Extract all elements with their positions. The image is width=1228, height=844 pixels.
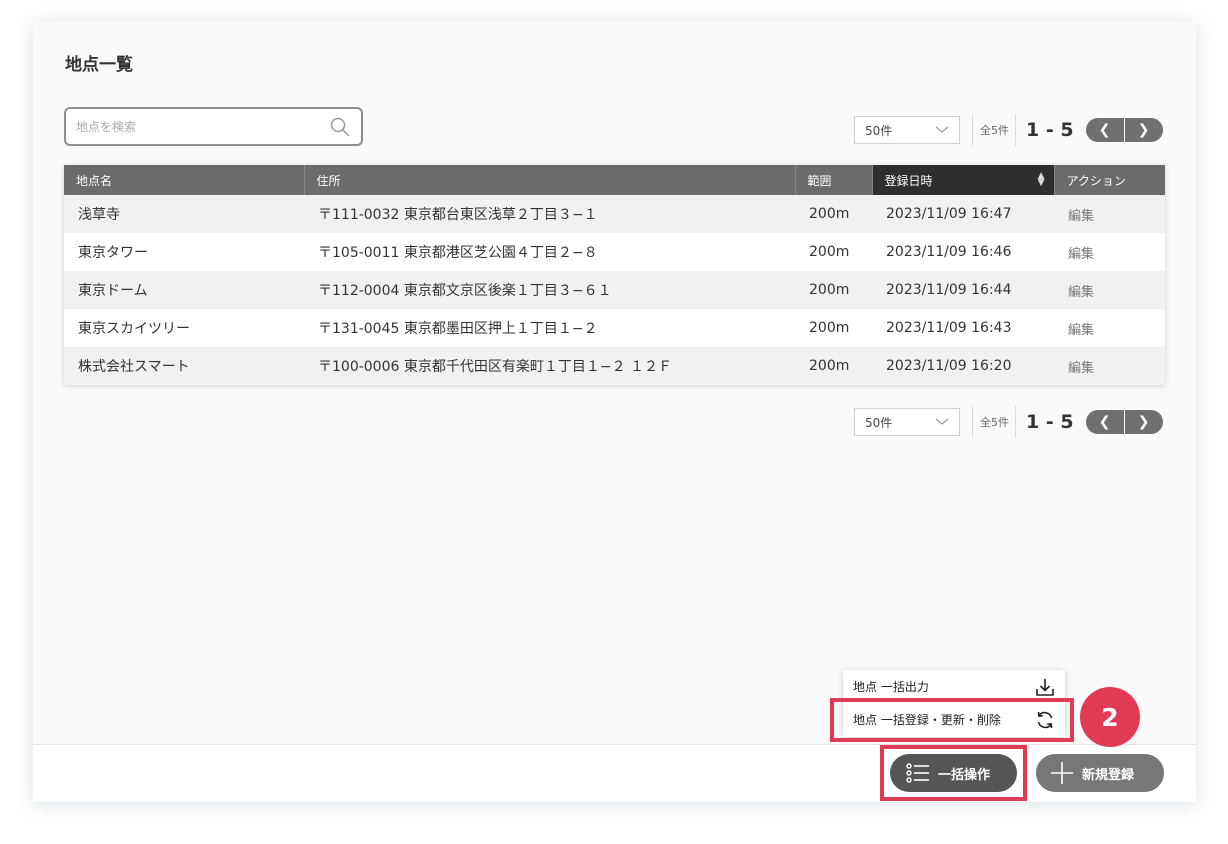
total-count: 全5件: [980, 416, 1009, 429]
location-table: 地点名 住所 範囲 登録日時 ▲ ▼ アクション 浅草寺 〒111-0032 東京…: [64, 165, 1165, 385]
page-range: 1 - 5: [1026, 411, 1074, 433]
sort-icon[interactable]: ▲ ▼: [1038, 172, 1045, 188]
cell-address: 〒131-0045 東京都墨田区押上１丁目１−２: [304, 309, 795, 347]
table-row[interactable]: 東京スカイツリー 〒131-0045 東京都墨田区押上１丁目１−２ 200m 2…: [64, 309, 1165, 347]
table-header-row: 地点名 住所 範囲 登録日時 ▲ ▼ アクション: [64, 165, 1165, 195]
table-row[interactable]: 浅草寺 〒111-0032 東京都台東区浅草２丁目３−１ 200m 2023/1…: [64, 195, 1165, 233]
prev-page-button[interactable]: ❮: [1085, 118, 1124, 142]
cell-date: 2023/11/09 16:46: [872, 233, 1054, 271]
list-icon: [906, 763, 929, 783]
cell-date: 2023/11/09 16:43: [872, 309, 1054, 347]
bulk-action-button[interactable]: 一括操作: [890, 754, 1017, 792]
header-registered-date-label: 登録日時: [884, 173, 933, 188]
step-badge: 2: [1080, 687, 1140, 747]
main-panel: 地点一覧 50件 全5件 1 - 5 ❮ ❯ 地点名: [33, 22, 1196, 802]
menu-item-label: 地点 一括出力: [853, 680, 929, 694]
pager-top: 50件 全5件 1 - 5 ❮ ❯: [854, 114, 1163, 146]
next-page-button[interactable]: ❯: [1124, 118, 1163, 142]
new-register-label: 新規登録: [1082, 767, 1135, 783]
cell-name: 東京スカイツリー: [64, 309, 304, 347]
cell-name: 東京ドーム: [64, 271, 304, 309]
cell-range: 200m: [795, 195, 872, 233]
plus-icon: [1051, 762, 1073, 784]
download-icon: [1036, 678, 1054, 696]
page-range: 1 - 5: [1026, 119, 1074, 141]
per-page-value: 50件: [865, 415, 893, 430]
header-address[interactable]: 住所: [304, 165, 796, 195]
cell-address: 〒112-0004 東京都文京区後楽１丁目３−６１: [304, 271, 795, 309]
page-nav: ❮ ❯: [1085, 118, 1163, 142]
new-register-button[interactable]: 新規登録: [1036, 754, 1164, 792]
prev-page-button[interactable]: ❮: [1085, 410, 1124, 434]
header-action: アクション: [1054, 165, 1165, 195]
cell-address: 〒105-0011 東京都港区芝公園４丁目２−８: [304, 233, 795, 271]
page-nav: ❮ ❯: [1085, 410, 1163, 434]
header-range[interactable]: 範囲: [795, 165, 873, 195]
divider: [1015, 114, 1016, 146]
chevron-down-icon: [935, 126, 949, 133]
divider: [1015, 406, 1016, 438]
cell-date: 2023/11/09 16:47: [872, 195, 1054, 233]
cell-range: 200m: [795, 233, 872, 271]
next-page-button[interactable]: ❯: [1124, 410, 1163, 434]
search-box[interactable]: [64, 107, 363, 146]
search-input[interactable]: [76, 119, 329, 134]
divider: [972, 114, 973, 146]
per-page-select[interactable]: 50件: [854, 116, 960, 144]
table-row[interactable]: 株式会社スマート 〒100-0006 東京都千代田区有楽町１丁目１−２ １２Ｆ …: [64, 347, 1165, 385]
cell-date: 2023/11/09 16:20: [872, 347, 1054, 385]
edit-link[interactable]: 編集: [1054, 271, 1165, 309]
cell-range: 200m: [795, 271, 872, 309]
edit-link[interactable]: 編集: [1054, 233, 1165, 271]
total-count: 全5件: [980, 124, 1009, 137]
divider: [972, 406, 973, 438]
cell-range: 200m: [795, 309, 872, 347]
per-page-value: 50件: [865, 123, 893, 138]
bulk-action-label: 一括操作: [938, 767, 991, 783]
per-page-select[interactable]: 50件: [854, 408, 960, 436]
cell-name: 東京タワー: [64, 233, 304, 271]
cell-name: 浅草寺: [64, 195, 304, 233]
cell-date: 2023/11/09 16:44: [872, 271, 1054, 309]
edit-link[interactable]: 編集: [1054, 309, 1165, 347]
page-title: 地点一覧: [65, 55, 133, 75]
cell-address: 〒111-0032 東京都台東区浅草２丁目３−１: [304, 195, 795, 233]
highlight-frame-menu-item: [830, 698, 1074, 742]
pager-bottom: 50件 全5件 1 - 5 ❮ ❯: [854, 406, 1163, 438]
table-row[interactable]: 東京タワー 〒105-0011 東京都港区芝公園４丁目２−８ 200m 2023…: [64, 233, 1165, 271]
header-name[interactable]: 地点名: [64, 165, 305, 195]
edit-link[interactable]: 編集: [1054, 195, 1165, 233]
header-registered-date[interactable]: 登録日時 ▲ ▼: [872, 165, 1055, 195]
edit-link[interactable]: 編集: [1054, 347, 1165, 385]
search-icon[interactable]: [329, 116, 351, 138]
chevron-down-icon: [935, 418, 949, 425]
cell-address: 〒100-0006 東京都千代田区有楽町１丁目１−２ １２Ｆ: [304, 347, 795, 385]
cell-range: 200m: [795, 347, 872, 385]
cell-name: 株式会社スマート: [64, 347, 304, 385]
table-row[interactable]: 東京ドーム 〒112-0004 東京都文京区後楽１丁目３−６１ 200m 202…: [64, 271, 1165, 309]
